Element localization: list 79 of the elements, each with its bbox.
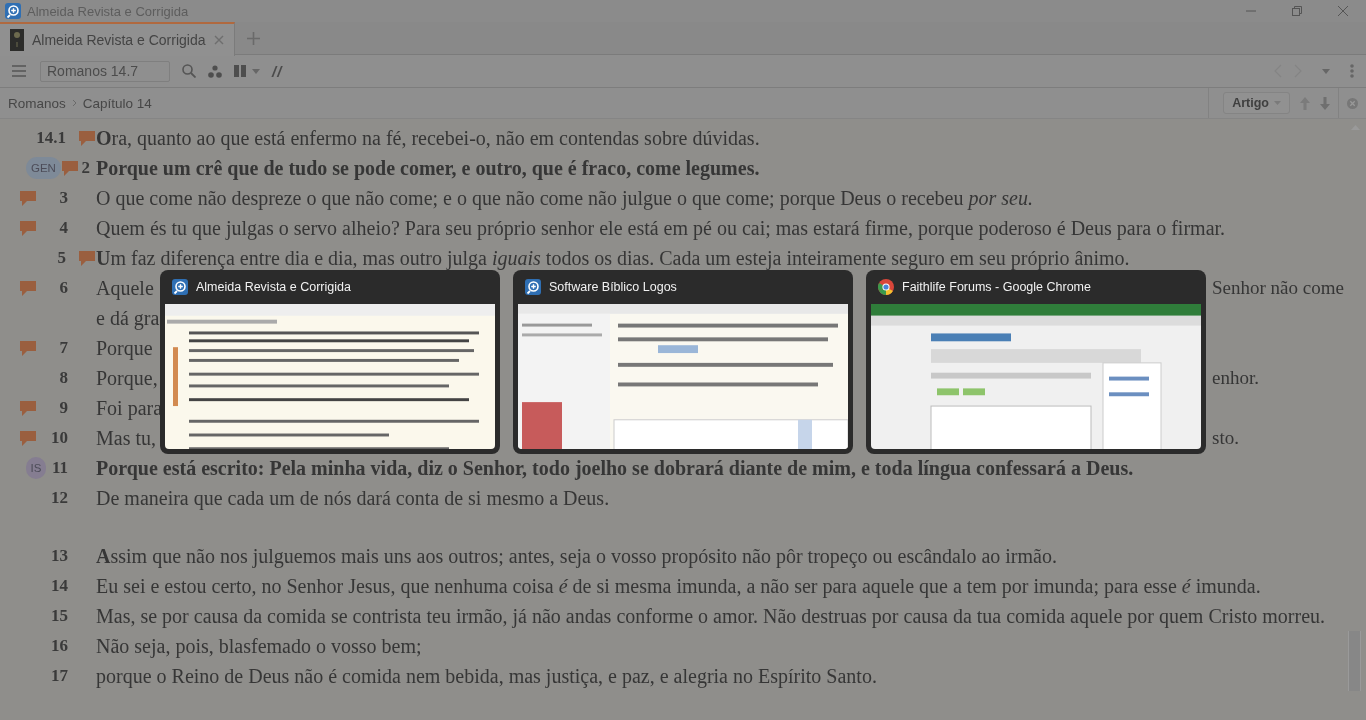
- logos-app-icon: [5, 3, 21, 19]
- dots-cluster-icon[interactable]: [208, 64, 222, 78]
- menu-icon[interactable]: [12, 65, 26, 77]
- logos-app-icon: [525, 279, 541, 295]
- verse-text: De maneira que cada um de nós dará conta de si mesmo a Deus.: [96, 486, 611, 512]
- window-preview[interactable]: Almeida Revista e Corrigida: [160, 270, 500, 454]
- verse-number[interactable]: 4: [59, 218, 68, 238]
- caret-icon[interactable]: [252, 68, 260, 74]
- document-tab[interactable]: Almeida Revista e Corrigida: [0, 22, 235, 56]
- verse-text: Um faz diferença entre dia e dia, mas outro julga iguais todos os dias. Cada um esteja inteiramente seguro em seu próprio ânimo.: [96, 246, 1131, 272]
- note-icon[interactable]: [20, 280, 36, 296]
- view-dropdown[interactable]: Artigo: [1223, 92, 1290, 114]
- verse-text: Senhor não come: [1212, 276, 1344, 300]
- verse-text: O que come não despreze o que não come; e o que não come não julgue o que come; porque Deus o recebeu por seu.: [96, 186, 1034, 212]
- close-icon[interactable]: [1347, 97, 1358, 109]
- note-icon[interactable]: [20, 400, 36, 416]
- columns-icon[interactable]: [234, 65, 246, 77]
- breadcrumb-item[interactable]: Romanos: [8, 95, 66, 111]
- verse-number[interactable]: 7: [59, 338, 68, 358]
- verse-number[interactable]: 8: [59, 368, 68, 388]
- note-icon[interactable]: [79, 250, 95, 266]
- verse-number[interactable]: 12: [51, 488, 68, 508]
- verse-text: sto.: [1212, 426, 1239, 450]
- restore-icon[interactable]: [1292, 6, 1302, 16]
- verse-number[interactable]: 2: [81, 158, 90, 178]
- verse-text: e dá gra: [96, 306, 160, 332]
- browser-icon: [878, 279, 894, 295]
- verse-number[interactable]: 9: [59, 398, 68, 418]
- verse-text: enhor.: [1212, 366, 1259, 390]
- verse-text: Eu sei e estou certo, no Senhor Jesus, que nenhuma coisa é de si mesma imunda, a não ser para aquele que a tem por imunda; para esse é imunda.: [96, 574, 1262, 600]
- note-icon[interactable]: [20, 220, 36, 236]
- breadcrumb-item[interactable]: Capítulo 14: [82, 95, 152, 111]
- verse-text: Ora, quanto ao que está enfermo na fé, recebei-o, não em contendas sobre dúvidas.: [96, 126, 761, 152]
- verse-number[interactable]: 14: [51, 576, 68, 596]
- chevron-icon: [71, 99, 77, 107]
- verse-number[interactable]: 10: [51, 428, 68, 448]
- close-icon[interactable]: [1338, 6, 1348, 16]
- parallel-button[interactable]: //: [272, 62, 283, 80]
- preview-title: Software Bíblico Logos: [549, 280, 677, 294]
- note-icon[interactable]: [20, 190, 36, 206]
- verse-number[interactable]: 17: [51, 666, 68, 686]
- tag-badge[interactable]: IS: [26, 457, 46, 479]
- verse-text: Aquele: [96, 276, 154, 302]
- verse-number[interactable]: 6: [59, 278, 68, 298]
- verse-text: Porque está escrito: Pela minha vida, diz o Senhor, todo joelho se dobrará diante de mim, e toda língua confessará a Deus.: [96, 456, 1135, 482]
- verse-number[interactable]: 3: [59, 188, 68, 208]
- verse-text: Não seja, pois, blasfemado o vosso bem;: [96, 634, 423, 660]
- note-icon[interactable]: [20, 430, 36, 446]
- verse-number[interactable]: 15: [51, 606, 68, 626]
- more-icon[interactable]: [1350, 64, 1354, 78]
- verse-text: Mas, se por causa da comida se contrista teu irmão, já não andas conforme o amor. Não destruas por causa da tua comida aquele por quem Cristo morreu.: [96, 604, 1327, 630]
- window-preview[interactable]: Faithlife Forums - Google Chrome: [866, 270, 1206, 454]
- verse-number[interactable]: 11: [51, 458, 68, 478]
- preview-title: Almeida Revista e Corrigida: [196, 280, 351, 294]
- note-icon[interactable]: [61, 160, 78, 176]
- note-icon[interactable]: [20, 340, 36, 356]
- plus-icon[interactable]: [246, 31, 260, 45]
- caret-icon[interactable]: [1322, 68, 1330, 74]
- verse-text: Assim que não nos julguemos mais uns aos outros; antes, seja o vosso propósito não pôr tropeço ou escândalo ao irmão.: [96, 544, 1058, 570]
- verse-text: Quem és tu que julgas o servo alheio? Para seu próprio senhor ele está em pé ou cai; mas estará firme, porque poderoso é Deus para o firmar.: [96, 216, 1227, 242]
- tag-badge[interactable]: GEN: [26, 157, 61, 179]
- verse-text: porque o Reino de Deus não é comida nem bebida, mas justiça, e paz, e alegria no Espírito Santo.: [96, 664, 878, 690]
- window-preview[interactable]: Software Bíblico Logos: [513, 270, 853, 454]
- note-icon[interactable]: [79, 130, 95, 146]
- verse-number[interactable]: 14.1: [36, 128, 66, 148]
- verse-text: Porque um crê que de tudo se pode comer, e outro, que é fraco, come legumes.: [96, 156, 761, 182]
- verse-number[interactable]: 5: [57, 248, 66, 268]
- verse-text: Porque: [96, 336, 153, 362]
- verse-text: Mas tu,: [96, 426, 156, 451]
- close-icon[interactable]: [213, 35, 224, 45]
- book-icon: [10, 29, 24, 51]
- reference-field[interactable]: Romanos 14.7: [40, 60, 170, 82]
- logos-app-icon: [172, 279, 188, 295]
- verse-text: Porque,: [96, 366, 158, 392]
- verse-number[interactable]: 16: [51, 636, 68, 656]
- preview-title: Faithlife Forums - Google Chrome: [902, 280, 1091, 294]
- down-arrow-icon[interactable]: [1320, 96, 1330, 110]
- search-icon[interactable]: [182, 64, 196, 78]
- verse-number[interactable]: 13: [51, 546, 68, 566]
